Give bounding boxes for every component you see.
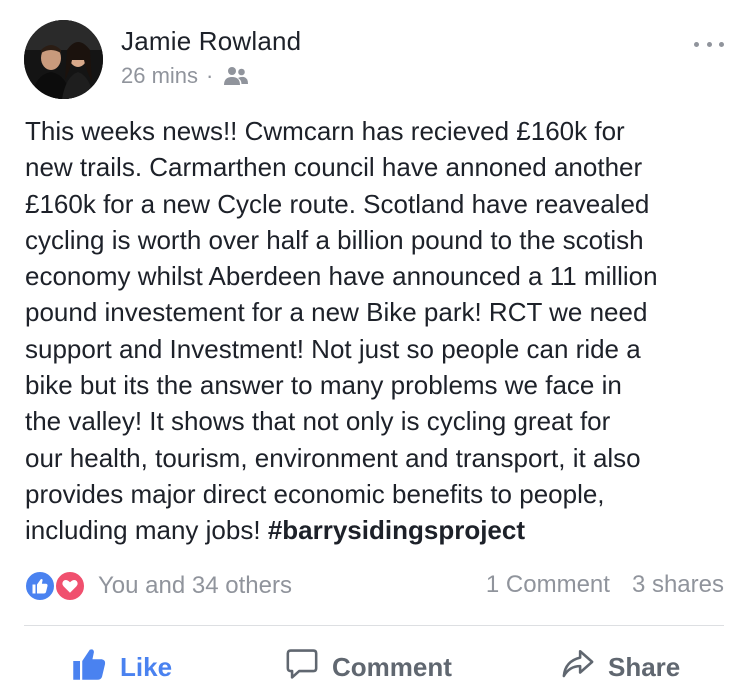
post-text-line: our health, tourism, environment and tra… — [25, 442, 641, 473]
timestamp[interactable]: 26 mins — [121, 63, 198, 89]
post-text-line: This weeks news!! Cwmcarn has recieved £… — [25, 116, 625, 146]
like-reaction-icon — [24, 570, 56, 602]
like-button[interactable]: Like — [70, 640, 172, 694]
post-text-line: including many jobs! #barrysidingsprojec… — [25, 512, 725, 548]
more-options-icon[interactable] — [694, 36, 724, 52]
more-dot — [694, 41, 699, 47]
divider — [24, 625, 724, 626]
share-button[interactable]: Share — [560, 640, 680, 694]
post-text-line: £160k for a new Cycle route. Scotland ha… — [25, 188, 650, 219]
like-label: Like — [120, 651, 173, 682]
more-dot — [706, 41, 712, 47]
author-name[interactable]: Jamie Rowland — [121, 26, 301, 57]
share-icon — [560, 647, 596, 688]
love-reaction-icon — [54, 570, 86, 602]
more-dot — [719, 41, 724, 47]
post-stats: 1 Comment 3 shares — [486, 571, 724, 599]
reactions-summary[interactable]: You and 34 others — [24, 569, 292, 603]
post-text-line: new trails. Carmarthen council have anno… — [25, 152, 643, 183]
post-text-line: bike but its the answer to many problems… — [25, 370, 622, 401]
post-meta: 26 mins · — [121, 63, 249, 89]
avatar[interactable] — [24, 20, 103, 99]
meta-separator: · — [206, 63, 214, 88]
friends-icon[interactable] — [223, 66, 249, 86]
comment-icon — [284, 647, 320, 688]
shares-count[interactable]: 3 shares — [632, 571, 724, 599]
reactions-count: You and 34 others — [98, 572, 292, 599]
post-text-line: economy whilst Aberdeen have announced a… — [25, 261, 658, 292]
post-text-line: the valley! It shows that not only is cy… — [25, 406, 611, 437]
post-text-line: cycling is worth over half a billion pou… — [25, 224, 644, 255]
share-label: Share — [608, 651, 681, 682]
post-text: This weeks news!! Cwmcarn has recieved £… — [25, 113, 725, 549]
hashtag-link[interactable]: #barrysidingsproject — [268, 515, 525, 545]
comment-button[interactable]: Comment — [284, 640, 452, 694]
action-bar: Like Comment Share — [0, 640, 736, 694]
post-text-line: support and Investment! Not just so peop… — [25, 333, 641, 364]
thumbs-up-icon — [70, 646, 108, 689]
post-text-line-end: including many jobs! — [25, 515, 261, 546]
reaction-icons — [24, 569, 90, 603]
comments-count[interactable]: 1 Comment — [486, 571, 610, 599]
comment-label: Comment — [332, 651, 452, 682]
facebook-post: Jamie Rowland 26 mins · This weeks news!… — [0, 0, 736, 699]
post-text-line: provides major direct economic benefits … — [25, 478, 605, 509]
post-text-line: pound investement for a new Bike park! R… — [25, 297, 648, 328]
